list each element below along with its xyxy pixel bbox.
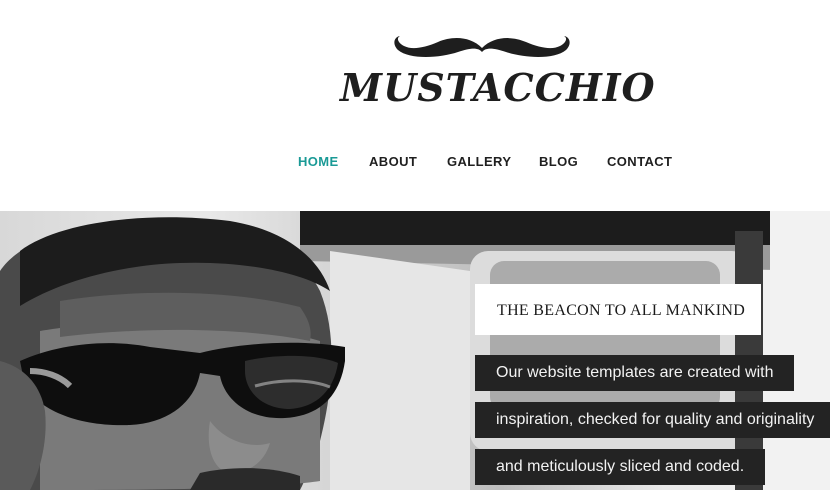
nav-gallery[interactable]: GALLERY [447,154,511,169]
mustache-logo-icon [394,36,570,57]
nav-about[interactable]: ABOUT [369,154,417,169]
main-nav: HOME ABOUT GALLERY BLOG CONTACT [0,148,830,176]
nav-contact[interactable]: CONTACT [607,154,672,169]
hero-banner: THE BEACON TO ALL MANKIND Our website te… [0,211,830,490]
hero-text-line-2: inspiration, checked for quality and ori… [475,402,830,438]
site-logo[interactable]: MUSTACCHIO [0,0,830,120]
hero-title: THE BEACON TO ALL MANKIND [475,284,761,335]
hero-text-line-3: and meticulously sliced and coded. [475,449,766,485]
nav-home[interactable]: HOME [298,154,339,169]
nav-blog[interactable]: BLOG [539,154,578,169]
logo-wordmark: MUSTACCHIO [340,65,656,110]
hero-text-line-1: Our website templates are created with [475,355,795,391]
